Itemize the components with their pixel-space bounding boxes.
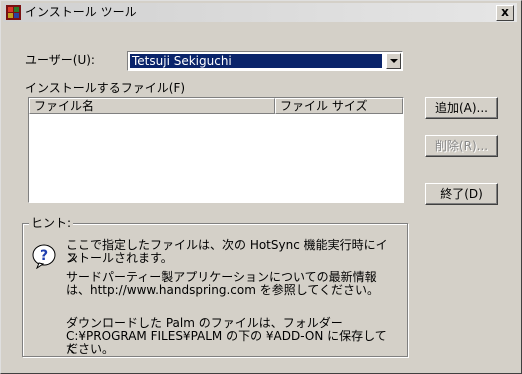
hint-text-3c: ださい。	[66, 342, 115, 356]
chevron-down-icon[interactable]	[386, 53, 401, 69]
hint-text-1b: ストールされます。	[66, 251, 173, 265]
hint-text-2b: は、http://www.handspring.com を参照してください。	[66, 283, 379, 297]
svg-text:?: ?	[40, 248, 48, 264]
window-title: インストール ツール	[25, 5, 137, 19]
user-dropdown[interactable]: Tetsuji Sekiguchi	[127, 51, 403, 71]
hint-legend: ヒント:	[29, 216, 74, 230]
user-selected-value: Tetsuji Sekiguchi	[130, 54, 382, 68]
install-tool-window: インストール ツール x ユーザー(U): Tetsuji Sekiguchi …	[0, 0, 522, 374]
add-button[interactable]: 追加(A)...	[425, 97, 498, 119]
question-help-icon: ?	[32, 244, 56, 269]
exit-button[interactable]: 終了(D)	[425, 183, 498, 205]
files-label: インストールするファイル(F)	[25, 81, 186, 95]
title-bar[interactable]: インストール ツール x	[3, 3, 517, 22]
column-header-filesize[interactable]: ファイル サイズ	[275, 98, 403, 114]
close-button[interactable]: x	[496, 5, 514, 21]
delete-button[interactable]: 削除(R)...	[425, 135, 498, 157]
column-header-filename[interactable]: ファイル名	[29, 98, 275, 114]
user-label: ユーザー(U):	[25, 53, 95, 67]
file-list[interactable]: ファイル名 ファイル サイズ	[28, 97, 404, 203]
app-icon	[6, 5, 21, 20]
